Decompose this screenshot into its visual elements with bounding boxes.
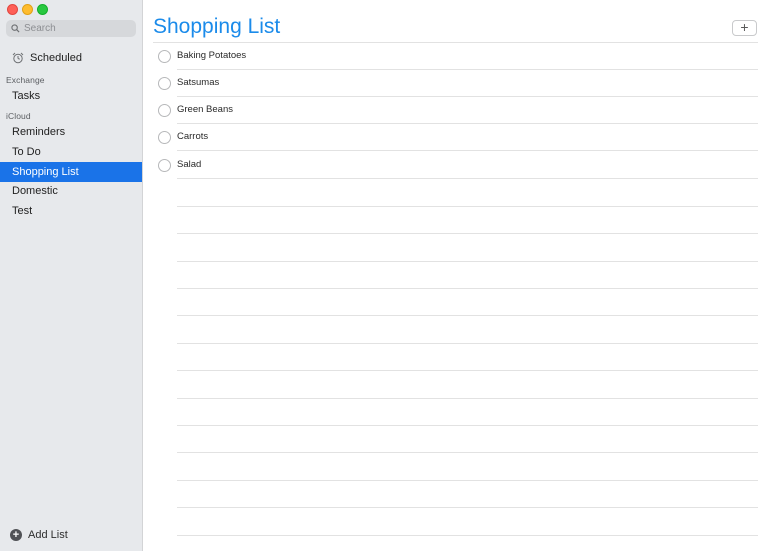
empty-row-divider xyxy=(177,288,758,289)
reminder-title[interactable]: Salad xyxy=(177,159,201,170)
complete-checkbox[interactable] xyxy=(158,50,171,63)
empty-row-divider xyxy=(177,535,758,536)
empty-row-divider xyxy=(177,425,758,426)
search-input[interactable] xyxy=(24,23,124,34)
list-item[interactable]: Satsumas xyxy=(144,70,768,97)
reminder-title[interactable]: Baking Potatoes xyxy=(177,50,246,61)
complete-checkbox[interactable] xyxy=(158,77,171,90)
complete-checkbox[interactable] xyxy=(158,104,171,117)
sidebar-item-to-do[interactable]: To Do xyxy=(0,142,142,162)
close-window-button[interactable] xyxy=(7,4,18,15)
group-header-exchange: Exchange xyxy=(6,75,45,85)
divider xyxy=(177,178,758,179)
divider xyxy=(177,150,758,151)
list-item[interactable]: Salad xyxy=(144,152,768,179)
list-item[interactable]: Baking Potatoes xyxy=(144,43,768,70)
sidebar-item-shopping-list[interactable]: Shopping List xyxy=(0,162,142,182)
reminder-title[interactable]: Satsumas xyxy=(177,77,219,88)
window-controls xyxy=(7,4,48,15)
list-item[interactable]: Carrots xyxy=(144,124,768,151)
empty-row-divider xyxy=(177,480,758,481)
empty-row-divider xyxy=(177,261,758,262)
reminder-title[interactable]: Green Beans xyxy=(177,104,233,115)
sidebar-item-tasks[interactable]: Tasks xyxy=(0,86,142,106)
empty-row-divider xyxy=(177,507,758,508)
complete-checkbox[interactable] xyxy=(158,131,171,144)
empty-row-divider xyxy=(177,370,758,371)
sidebar-item-scheduled[interactable]: Scheduled xyxy=(12,52,82,64)
empty-row-divider xyxy=(177,315,758,316)
main-content: Shopping List + Baking Potatoes Satsumas… xyxy=(144,0,768,551)
sidebar-item-domestic[interactable]: Domestic xyxy=(0,181,142,201)
reminders-window: Scheduled Exchange Tasks iCloud Reminder… xyxy=(0,0,768,551)
add-list-label: Add List xyxy=(28,529,68,541)
reminder-title[interactable]: Carrots xyxy=(177,131,208,142)
sidebar-item-label: Scheduled xyxy=(30,52,82,64)
add-reminder-button[interactable]: + xyxy=(732,20,757,36)
empty-row-divider xyxy=(177,452,758,453)
add-list-button[interactable]: + Add List xyxy=(10,529,68,541)
complete-checkbox[interactable] xyxy=(158,159,171,172)
alarm-clock-icon xyxy=(12,52,24,64)
list-item[interactable]: Green Beans xyxy=(144,97,768,124)
empty-row-divider xyxy=(177,206,758,207)
sidebar: Scheduled Exchange Tasks iCloud Reminder… xyxy=(0,0,143,551)
sidebar-item-test[interactable]: Test xyxy=(0,201,142,221)
minimize-window-button[interactable] xyxy=(22,4,33,15)
page-title: Shopping List xyxy=(153,15,281,38)
search-field[interactable] xyxy=(6,20,136,37)
empty-row-divider xyxy=(177,398,758,399)
empty-row-divider xyxy=(177,233,758,234)
group-header-icloud: iCloud xyxy=(6,111,31,121)
search-icon xyxy=(11,24,20,33)
empty-row-divider xyxy=(177,343,758,344)
plus-circle-icon: + xyxy=(10,529,22,541)
sidebar-item-reminders[interactable]: Reminders xyxy=(0,122,142,142)
zoom-window-button[interactable] xyxy=(37,4,48,15)
